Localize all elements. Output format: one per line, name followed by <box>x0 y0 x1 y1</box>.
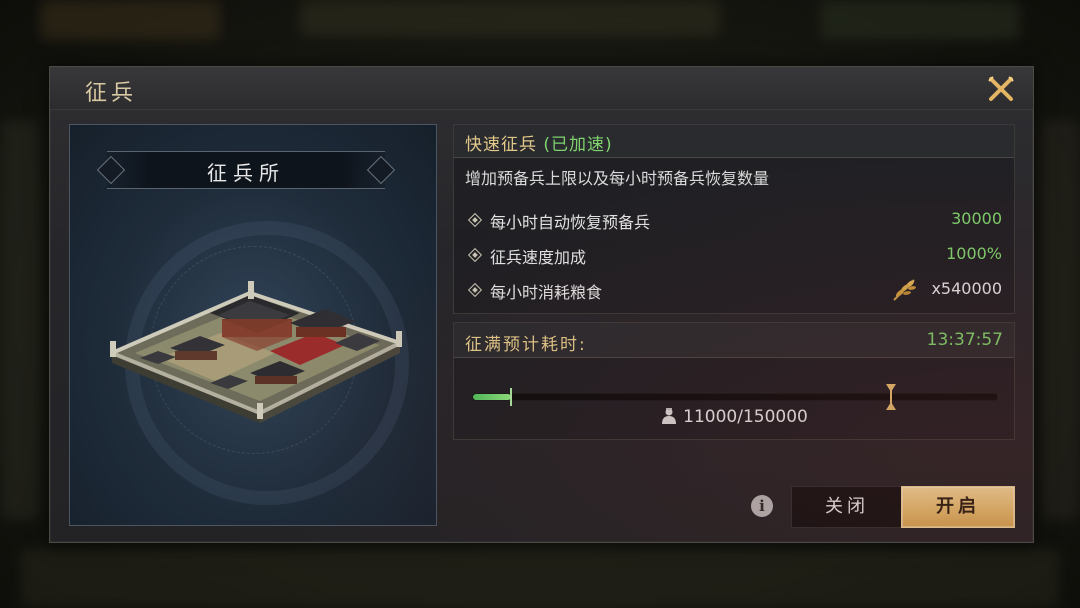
stat-label: 每小时消耗粮食 <box>490 283 603 302</box>
info-description: 增加预备兵上限以及每小时预备兵恢复数量 <box>465 169 770 188</box>
stat-value: 30000 <box>951 209 1002 228</box>
building-name: 征兵所 <box>207 161 285 185</box>
troop-progress-bar <box>472 384 998 410</box>
diamond-bullet-icon <box>467 282 483 298</box>
start-button[interactable]: 开启 <box>901 486 1015 528</box>
building-panel: 征兵所 <box>69 124 437 526</box>
info-title-main: 快速征兵 <box>465 135 537 155</box>
diamond-bullet-icon <box>467 212 483 228</box>
stat-row-reserve-recovery: 每小时自动恢复预备兵 30000 <box>466 209 1002 235</box>
stat-value: 1000% <box>946 244 1002 263</box>
title-bar: 征兵 <box>50 67 1033 110</box>
quick-conscription-panel: 快速征兵 (已加速) 增加预备兵上限以及每小时预备兵恢复数量 每小时自动恢复预备… <box>453 124 1015 314</box>
stat-value: x540000 <box>931 279 1002 298</box>
troop-count: 11000/150000 <box>454 407 1014 427</box>
progress-cap <box>510 388 512 406</box>
estimated-time-panel: 征满预计耗时: 13:37:57 11000/150000 <box>453 322 1015 440</box>
conscription-dialog: 征兵 征兵所 快速征兵 (已加速) 增加预备兵上限以及每小时预备兵恢复数量 每小… <box>49 66 1034 543</box>
time-label: 征满预计耗时: <box>465 335 587 355</box>
barracks-building-image <box>110 281 402 423</box>
stat-label: 每小时自动恢复预备兵 <box>490 213 651 232</box>
info-header: 快速征兵 (已加速) <box>454 125 1014 158</box>
accelerated-status: (已加速) <box>543 135 613 155</box>
stat-label: 征兵速度加成 <box>490 248 587 267</box>
progress-fill <box>473 394 511 400</box>
info-icon[interactable]: i <box>751 495 773 517</box>
close-x-icon[interactable] <box>987 75 1015 103</box>
diamond-bullet-icon <box>467 247 483 263</box>
troop-count-value: 11000/150000 <box>683 407 808 427</box>
dialog-title: 征兵 <box>85 81 138 106</box>
building-banner: 征兵所 <box>107 151 385 189</box>
soldier-icon <box>662 408 677 424</box>
grain-icon <box>893 279 916 301</box>
info-title: 快速征兵 (已加速) <box>465 130 613 155</box>
stat-row-speed-bonus: 征兵速度加成 1000% <box>466 244 1002 270</box>
close-button[interactable]: 关闭 <box>791 486 903 528</box>
time-value: 13:37:57 <box>926 330 1003 350</box>
time-header: 征满预计耗时: 13:37:57 <box>454 323 1014 358</box>
stat-row-grain-cost: 每小时消耗粮食 x540000 <box>466 279 1002 305</box>
